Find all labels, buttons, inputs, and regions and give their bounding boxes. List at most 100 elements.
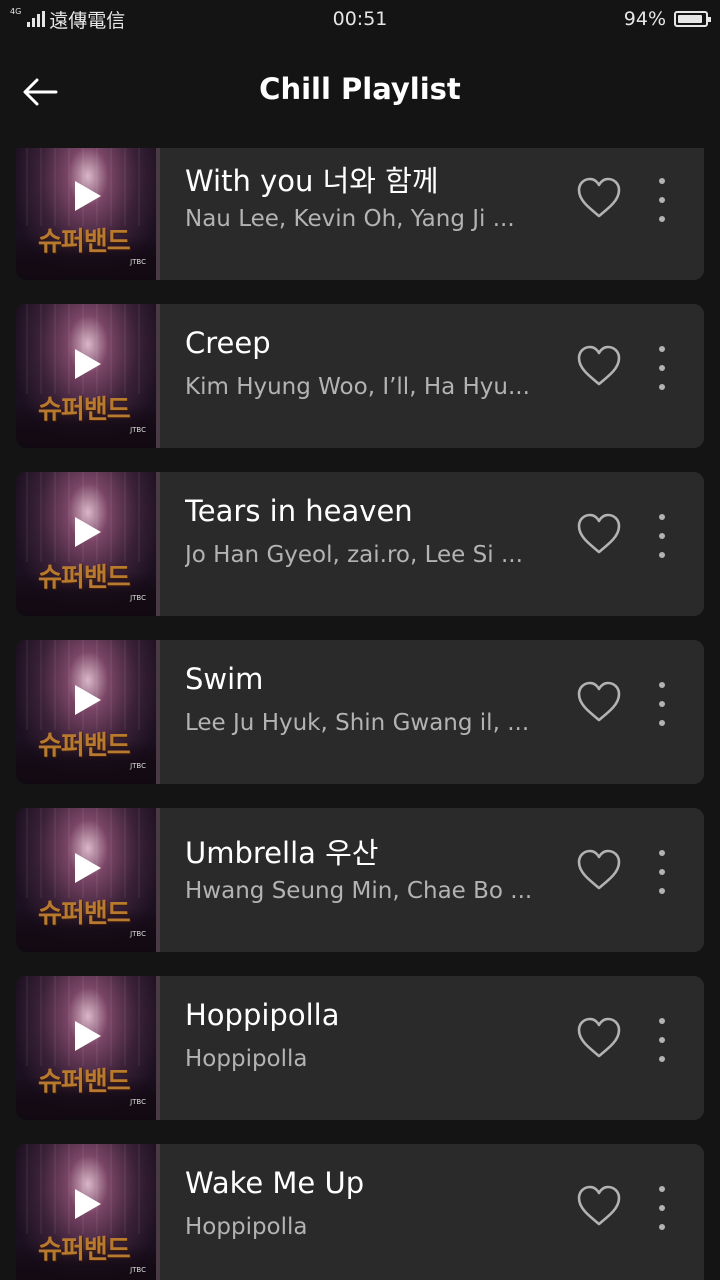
track-title: Umbrella 우산 bbox=[185, 836, 379, 870]
track-title: Creep bbox=[185, 326, 271, 360]
track-list[interactable]: 슈퍼밴드 JTBC With you 너와 함께 Nau Lee, Kevin … bbox=[0, 148, 720, 1280]
more-dot bbox=[659, 197, 665, 203]
more-dot bbox=[659, 850, 665, 856]
album-cover[interactable]: 슈퍼밴드 JTBC bbox=[16, 304, 160, 448]
cover-tag: JTBC bbox=[130, 258, 146, 266]
cover-logo: 슈퍼밴드 bbox=[38, 1067, 131, 1097]
more-dot bbox=[659, 1037, 665, 1043]
like-button[interactable] bbox=[574, 1014, 624, 1064]
heart-outline-icon bbox=[577, 345, 621, 386]
more-options-button[interactable] bbox=[646, 1182, 678, 1234]
track-list-inner: 슈퍼밴드 JTBC With you 너와 함께 Nau Lee, Kevin … bbox=[0, 148, 720, 1280]
track-row-3[interactable]: 슈퍼밴드 JTBC Tears in heaven Jo Han Gyeol, … bbox=[16, 472, 704, 616]
cover-tag: JTBC bbox=[130, 930, 146, 938]
track-title: Wake Me Up bbox=[185, 1166, 365, 1200]
cover-divider bbox=[156, 640, 160, 784]
track-artists: Jo Han Gyeol, zai.ro, Lee Si ... bbox=[185, 542, 523, 568]
cover-divider bbox=[156, 148, 160, 280]
more-dot bbox=[659, 365, 665, 371]
like-button[interactable] bbox=[574, 846, 624, 896]
page-title: Chill Playlist bbox=[259, 72, 461, 106]
play-icon[interactable] bbox=[75, 1021, 101, 1051]
cover-tag: JTBC bbox=[130, 1266, 146, 1274]
more-dot bbox=[659, 701, 665, 707]
more-dot bbox=[659, 1224, 665, 1230]
track-artists: Kim Hyung Woo, I’ll, Ha Hyu... bbox=[185, 374, 530, 400]
more-dot bbox=[659, 1056, 665, 1062]
heart-outline-icon bbox=[577, 681, 621, 722]
cover-logo: 슈퍼밴드 bbox=[38, 227, 131, 257]
album-cover[interactable]: 슈퍼밴드 JTBC bbox=[16, 976, 160, 1120]
like-button[interactable] bbox=[574, 174, 624, 224]
heart-outline-icon bbox=[577, 1017, 621, 1058]
track-row-6[interactable]: 슈퍼밴드 JTBC Hoppipolla Hoppipolla bbox=[16, 976, 704, 1120]
play-icon[interactable] bbox=[75, 517, 101, 547]
cover-tag: JTBC bbox=[130, 426, 146, 434]
cover-logo: 슈퍼밴드 bbox=[38, 563, 131, 593]
track-title: Swim bbox=[185, 662, 264, 696]
more-dot bbox=[659, 514, 665, 520]
heart-outline-icon bbox=[577, 849, 621, 890]
track-row-2[interactable]: 슈퍼밴드 JTBC Creep Kim Hyung Woo, I’ll, Ha … bbox=[16, 304, 704, 448]
album-cover[interactable]: 슈퍼밴드 JTBC bbox=[16, 472, 160, 616]
track-artists: Hwang Seung Min, Chae Bo ... bbox=[185, 878, 533, 904]
track-row-1[interactable]: 슈퍼밴드 JTBC With you 너와 함께 Nau Lee, Kevin … bbox=[16, 148, 704, 280]
play-icon[interactable] bbox=[75, 181, 101, 211]
status-bar: 4G 遠傳電信 00:51 94% bbox=[0, 0, 720, 38]
like-button[interactable] bbox=[574, 342, 624, 392]
more-dot bbox=[659, 216, 665, 222]
more-dot bbox=[659, 533, 665, 539]
more-options-button[interactable] bbox=[646, 510, 678, 562]
more-dot bbox=[659, 384, 665, 390]
track-row-4[interactable]: 슈퍼밴드 JTBC Swim Lee Ju Hyuk, Shin Gwang i… bbox=[16, 640, 704, 784]
cover-logo: 슈퍼밴드 bbox=[38, 395, 131, 425]
track-artists: Hoppipolla bbox=[185, 1046, 308, 1072]
album-cover[interactable]: 슈퍼밴드 JTBC bbox=[16, 1144, 160, 1280]
play-icon[interactable] bbox=[75, 349, 101, 379]
more-options-button[interactable] bbox=[646, 174, 678, 226]
more-options-button[interactable] bbox=[646, 846, 678, 898]
status-time: 00:51 bbox=[332, 8, 388, 30]
more-dot bbox=[659, 720, 665, 726]
more-dot bbox=[659, 869, 665, 875]
cover-divider bbox=[156, 472, 160, 616]
more-dot bbox=[659, 888, 665, 894]
cover-divider bbox=[156, 1144, 160, 1280]
cover-logo: 슈퍼밴드 bbox=[38, 1235, 131, 1265]
track-row-5[interactable]: 슈퍼밴드 JTBC Umbrella 우산 Hwang Seung Min, C… bbox=[16, 808, 704, 952]
more-dot bbox=[659, 552, 665, 558]
more-options-button[interactable] bbox=[646, 1014, 678, 1066]
cover-tag: JTBC bbox=[130, 594, 146, 602]
like-button[interactable] bbox=[574, 1182, 624, 1232]
album-cover[interactable]: 슈퍼밴드 JTBC bbox=[16, 808, 160, 952]
track-artists: Hoppipolla bbox=[185, 1214, 308, 1240]
track-artists: Nau Lee, Kevin Oh, Yang Ji ... bbox=[185, 206, 515, 232]
more-dot bbox=[659, 1186, 665, 1192]
play-icon[interactable] bbox=[75, 1189, 101, 1219]
cover-divider bbox=[156, 976, 160, 1120]
more-dot bbox=[659, 178, 665, 184]
heart-outline-icon bbox=[577, 177, 621, 218]
cover-divider bbox=[156, 808, 160, 952]
cover-tag: JTBC bbox=[130, 1098, 146, 1106]
like-button[interactable] bbox=[574, 678, 624, 728]
more-dot bbox=[659, 1205, 665, 1211]
cover-logo: 슈퍼밴드 bbox=[38, 731, 131, 761]
cover-logo: 슈퍼밴드 bbox=[38, 899, 131, 929]
track-row-7[interactable]: 슈퍼밴드 JTBC Wake Me Up Hoppipolla bbox=[16, 1144, 704, 1280]
play-icon[interactable] bbox=[75, 685, 101, 715]
album-cover[interactable]: 슈퍼밴드 JTBC bbox=[16, 640, 160, 784]
like-button[interactable] bbox=[574, 510, 624, 560]
heart-outline-icon bbox=[577, 1185, 621, 1226]
album-cover[interactable]: 슈퍼밴드 JTBC bbox=[16, 148, 160, 280]
more-dot bbox=[659, 346, 665, 352]
more-options-button[interactable] bbox=[646, 678, 678, 730]
heart-outline-icon bbox=[577, 513, 621, 554]
battery-fill bbox=[678, 15, 703, 23]
more-dot bbox=[659, 1018, 665, 1024]
more-options-button[interactable] bbox=[646, 342, 678, 394]
track-title: Tears in heaven bbox=[185, 494, 413, 528]
play-icon[interactable] bbox=[75, 853, 101, 883]
track-title: Hoppipolla bbox=[185, 998, 340, 1032]
cover-divider bbox=[156, 304, 160, 448]
